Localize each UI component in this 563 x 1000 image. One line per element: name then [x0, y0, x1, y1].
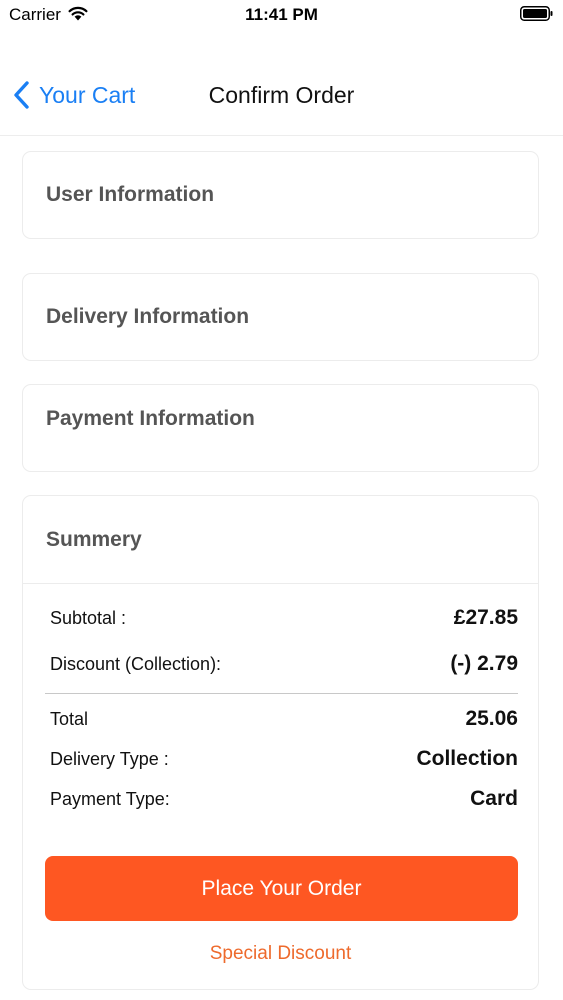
subtotal-row: Subtotal : £27.85: [50, 604, 518, 634]
total-label: Total: [50, 709, 89, 729]
status-bar: Carrier 11:41 PM: [0, 0, 563, 30]
summary-header: Summery: [46, 528, 142, 551]
payment-information-section[interactable]: Payment Information: [22, 384, 539, 472]
summary-section: Summery Subtotal : £27.85 Discount (Coll…: [22, 495, 539, 990]
payment-type-label: Payment Type:: [50, 789, 170, 809]
page-title: Confirm Order: [208, 82, 355, 108]
user-information-section[interactable]: User Information: [22, 151, 539, 239]
special-discount-link[interactable]: Special Discount: [23, 943, 538, 965]
discount-row: Discount (Collection): (-) 2.79: [50, 650, 518, 680]
subtotal-label: Subtotal :: [50, 608, 127, 628]
delivery-information-header: Delivery Information: [46, 305, 250, 328]
payment-information-header: Payment Information: [46, 407, 255, 430]
discount-label: Discount (Collection):: [50, 654, 222, 674]
status-time: 11:41 PM: [245, 5, 318, 24]
total-value: 25.06: [465, 707, 518, 730]
discount-value: (-) 2.79: [450, 652, 518, 675]
battery-full-icon: [520, 6, 553, 21]
payment-type-row: Payment Type: Card: [50, 785, 518, 815]
summary-header-divider: [23, 583, 538, 584]
delivery-type-label: Delivery Type :: [50, 749, 169, 769]
delivery-type-row: Delivery Type : Collection: [50, 745, 518, 775]
place-order-button[interactable]: Place Your Order: [45, 856, 518, 921]
user-information-header: User Information: [46, 183, 215, 206]
subtotal-value: £27.85: [453, 606, 518, 629]
total-row: Total 25.06: [50, 705, 518, 735]
delivery-information-section[interactable]: Delivery Information: [22, 273, 539, 361]
payment-type-value: Card: [470, 787, 518, 810]
delivery-type-value: Collection: [416, 747, 518, 770]
navigation-bar: Your Cart Confirm Order: [0, 30, 563, 136]
totals-divider: [45, 693, 518, 694]
